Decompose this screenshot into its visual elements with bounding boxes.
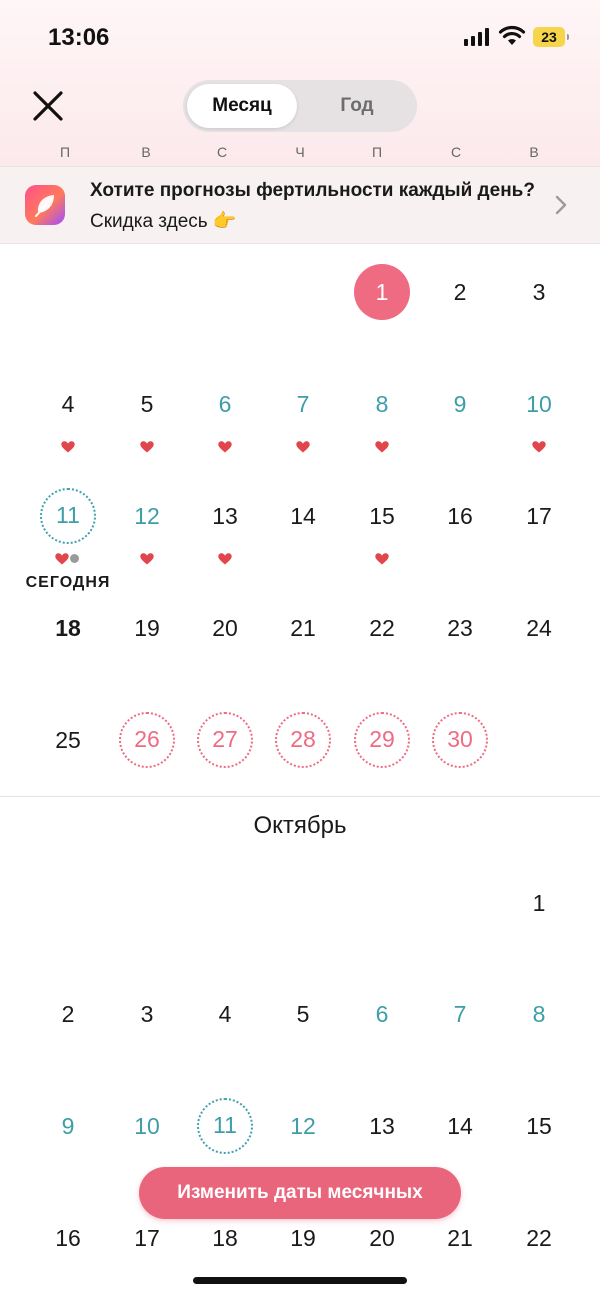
month-divider — [0, 796, 600, 797]
calendar-day[interactable]: 13 — [354, 1098, 410, 1154]
home-indicator — [193, 1277, 407, 1284]
calendar-day[interactable]: 2 — [40, 986, 96, 1042]
calendar-day[interactable]: 6 — [354, 986, 410, 1042]
calendar-day[interactable]: 3 — [119, 986, 175, 1042]
october-calendar: 1 2 3 4 5 6 7 8 9 10 11 12 13 14 15 16 17 18 19 20 21 22 — [0, 0, 600, 1297]
calendar-day[interactable]: 9 — [40, 1098, 96, 1154]
calendar-day[interactable]: 10 — [119, 1098, 175, 1154]
today-label: СЕГОДНЯ — [25, 574, 111, 591]
edit-period-dates-button[interactable]: Изменить даты месячных — [139, 1167, 461, 1219]
calendar-day[interactable]: 8 — [511, 986, 567, 1042]
calendar-day[interactable]: 22 — [511, 1210, 567, 1266]
calendar-day[interactable]: 12 — [275, 1098, 331, 1154]
calendar-day[interactable]: 7 — [432, 986, 488, 1042]
month-title-october: Октябрь — [253, 812, 347, 839]
calendar-day[interactable]: 14 — [432, 1098, 488, 1154]
calendar-day[interactable]: 5 — [275, 986, 331, 1042]
calendar-day[interactable]: 4 — [197, 986, 253, 1042]
calendar-day[interactable]: 11 — [197, 1098, 253, 1154]
calendar-day[interactable]: 16 — [40, 1210, 96, 1266]
calendar-day[interactable]: 15 — [511, 1098, 567, 1154]
calendar-day[interactable]: 1 — [511, 875, 567, 931]
